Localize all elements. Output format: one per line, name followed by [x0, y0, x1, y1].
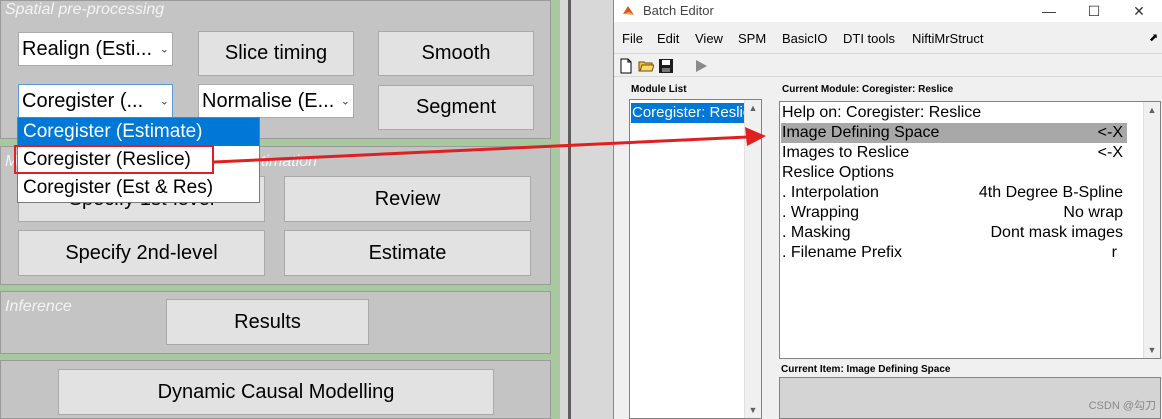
background-gap	[560, 0, 613, 419]
scroll-up-icon[interactable]: ▲	[745, 100, 761, 116]
current-module-label: Current Module: Coregister: Reslice	[782, 84, 954, 95]
realign-select-value: Realign (Esti...	[22, 37, 153, 60]
menu-niftimrstruct[interactable]: NiftiMrStruct	[912, 31, 984, 46]
spatial-panel-title: Spatial pre-processing	[5, 1, 165, 18]
scroll-up-icon[interactable]: ▲	[1144, 102, 1160, 118]
inference-panel: Inference Results	[0, 291, 551, 354]
dropdown-option-coregister-estimate[interactable]: Coregister (Estimate)	[18, 118, 259, 146]
current-item-label: Current Item: Image Defining Space	[781, 364, 951, 375]
module-row-reslice-options[interactable]: Reslice Options	[781, 163, 1127, 183]
chevron-down-icon: ⌄	[159, 95, 169, 108]
module-list-scrollbar[interactable]: ▲ ▼	[744, 100, 761, 418]
open-folder-icon[interactable]	[638, 58, 654, 74]
chevron-down-icon: ⌄	[159, 43, 169, 56]
review-button[interactable]: Review	[284, 176, 531, 222]
menubar-overflow-icon[interactable]: ⬈	[1149, 31, 1158, 44]
model-panel-title-end: timation	[261, 153, 318, 170]
maximize-icon[interactable]: ☐	[1072, 0, 1116, 22]
spm-menu-window: Spatial pre-processing Realign (Esti... …	[0, 0, 560, 419]
scroll-down-icon[interactable]: ▼	[745, 402, 761, 418]
menu-basicio[interactable]: BasicIO	[782, 31, 828, 46]
specify-2nd-level-button[interactable]: Specify 2nd-level	[18, 230, 265, 276]
module-list[interactable]: Coregister: Reslice ▲ ▼	[629, 99, 762, 419]
scroll-down-icon[interactable]: ▼	[1144, 342, 1160, 358]
module-row-image-defining-space[interactable]: Image Defining Space <-X	[781, 123, 1127, 143]
module-row-masking[interactable]: . Masking Dont mask images	[781, 223, 1127, 243]
chevron-down-icon: ⌄	[340, 95, 350, 108]
menu-dti-tools[interactable]: DTI tools	[843, 31, 895, 46]
matlab-app-icon	[623, 6, 634, 15]
module-row-interpolation[interactable]: . Interpolation 4th Degree B-Spline	[781, 183, 1127, 203]
module-list-label: Module List	[631, 84, 687, 95]
module-row-images-to-reslice[interactable]: Images to Reslice <-X	[781, 143, 1127, 163]
menu-bar: File Edit View SPM BasicIO DTI tools Nif…	[614, 29, 1162, 49]
current-module-list[interactable]: Help on: Coregister: Reslice Image Defin…	[779, 101, 1161, 359]
menu-file[interactable]: File	[622, 31, 643, 46]
module-row-filename-prefix[interactable]: . Filename Prefix r	[781, 243, 1127, 263]
estimate-button[interactable]: Estimate	[284, 230, 531, 276]
window-title: Batch Editor	[643, 3, 714, 18]
slice-timing-button[interactable]: Slice timing	[198, 31, 354, 76]
close-icon[interactable]: ✕	[1117, 0, 1161, 22]
results-button[interactable]: Results	[166, 299, 369, 345]
smooth-button[interactable]: Smooth	[378, 31, 534, 76]
dropdown-option-coregister-est-res[interactable]: Coregister (Est & Res)	[18, 174, 259, 202]
minimize-icon[interactable]: —	[1027, 0, 1071, 22]
title-bar: Batch Editor — ☐ ✕	[614, 0, 1162, 22]
dcm-panel: Dynamic Causal Modelling	[0, 360, 551, 419]
run-icon[interactable]	[693, 58, 709, 74]
menu-view[interactable]: View	[695, 31, 723, 46]
save-icon[interactable]	[658, 58, 674, 74]
realign-select[interactable]: Realign (Esti... ⌄	[18, 32, 173, 66]
annotation-highlight-box	[14, 145, 214, 174]
toolbar	[614, 53, 1162, 77]
watermark: CSDN @勾刀	[1088, 400, 1156, 412]
normalise-select-value: Normalise (E...	[202, 89, 335, 112]
module-row-help[interactable]: Help on: Coregister: Reslice	[781, 103, 1127, 123]
coregister-select[interactable]: Coregister (... ⌄	[18, 84, 173, 118]
segment-button[interactable]: Segment	[378, 85, 534, 130]
menu-spm[interactable]: SPM	[738, 31, 766, 46]
module-row-wrapping[interactable]: . Wrapping No wrap	[781, 203, 1127, 223]
inference-panel-title: Inference	[5, 298, 72, 315]
menu-edit[interactable]: Edit	[657, 31, 679, 46]
normalise-select[interactable]: Normalise (E... ⌄	[198, 84, 354, 118]
current-module-scrollbar[interactable]: ▲ ▼	[1143, 102, 1160, 358]
new-file-icon[interactable]	[618, 58, 634, 74]
dynamic-causal-modelling-button[interactable]: Dynamic Causal Modelling	[58, 369, 494, 415]
window-edge-divider	[568, 0, 571, 419]
batch-editor-window: Batch Editor — ☐ ✕ File Edit View SPM Ba…	[613, 0, 1162, 419]
coregister-select-value: Coregister (...	[22, 89, 144, 112]
module-list-item[interactable]: Coregister: Reslice	[631, 103, 745, 123]
